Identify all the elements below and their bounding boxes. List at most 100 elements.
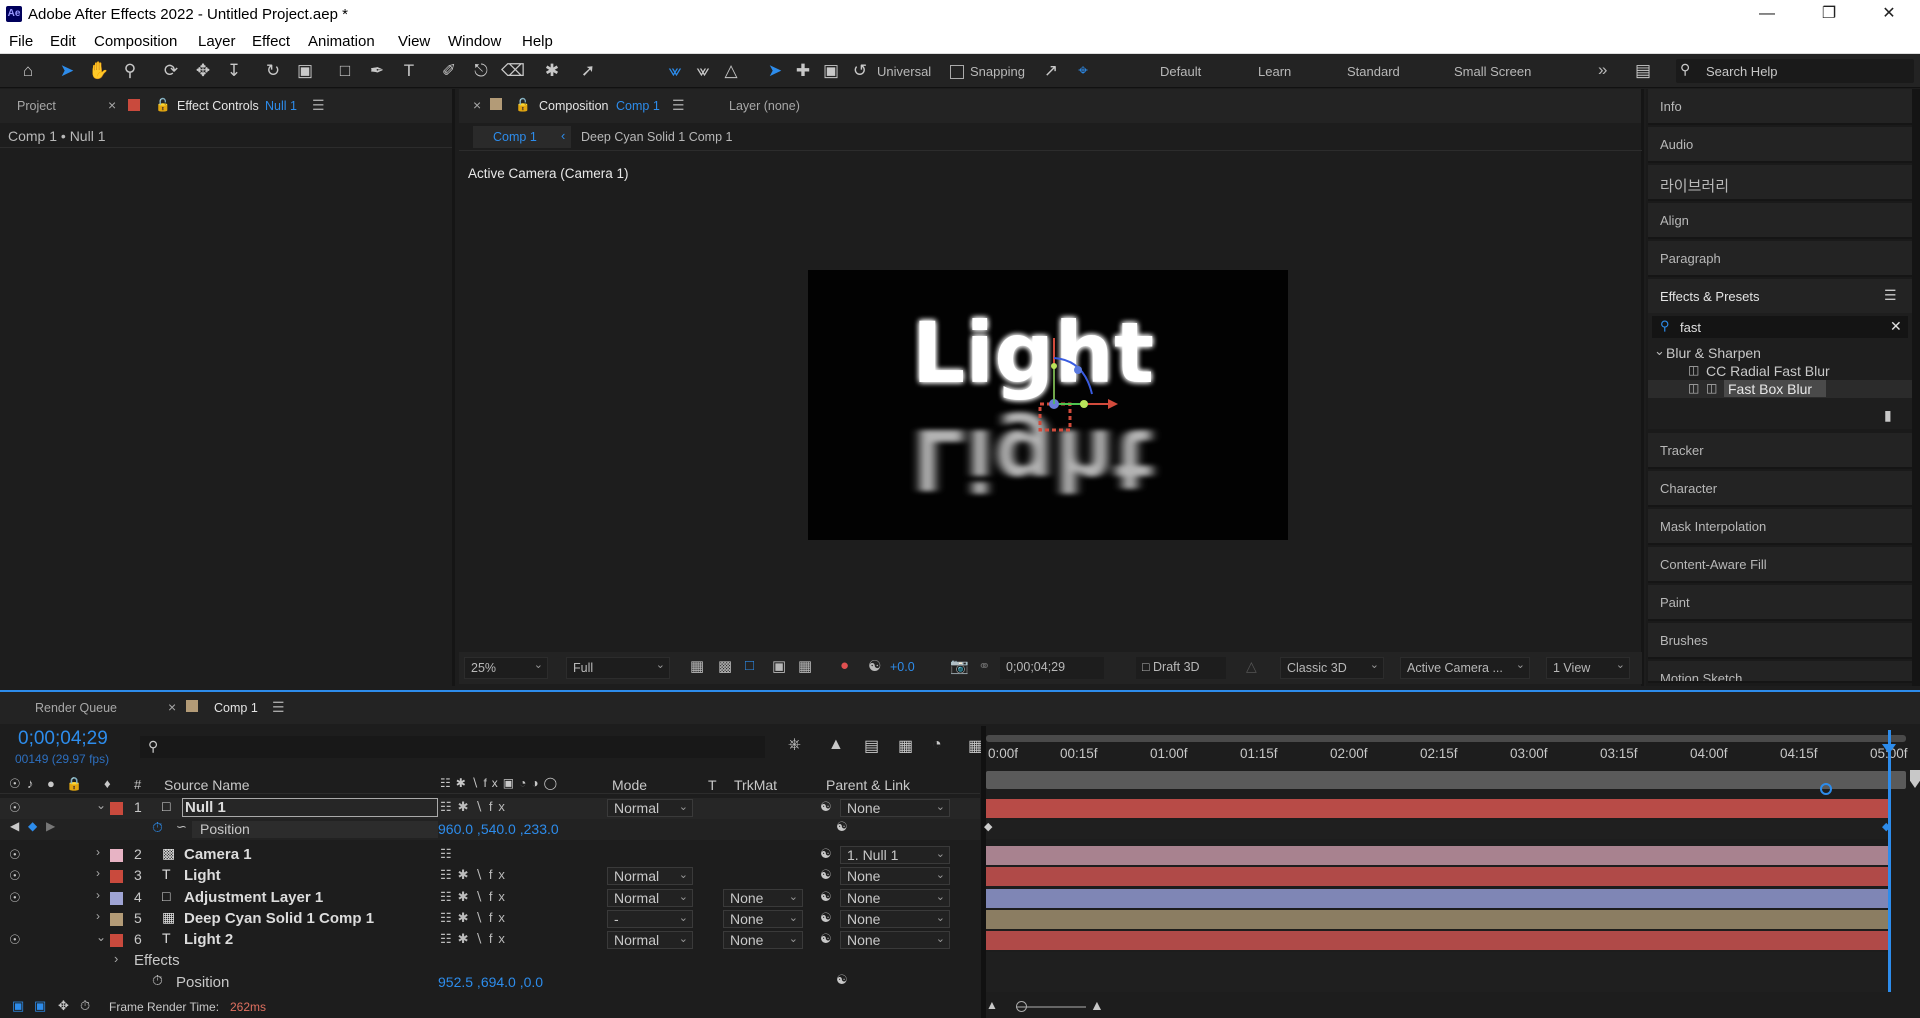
panel-menu-icon[interactable]: ☰ <box>1884 287 1897 304</box>
timeline-current-time[interactable]: 0;00;04;29 <box>18 728 108 750</box>
brush-tool-icon[interactable]: ✐ <box>438 60 460 82</box>
pick-whip-icon[interactable]: ☯ <box>820 799 832 815</box>
lock-icon[interactable]: 🔓 <box>155 98 171 113</box>
axis-mode-label[interactable]: Universal <box>877 64 931 79</box>
chevron-right-icon[interactable]: › <box>96 845 100 859</box>
chevron-right-icon[interactable]: › <box>96 888 100 902</box>
prev-keyframe-icon[interactable]: ◀ <box>10 819 19 833</box>
local-axis-icon[interactable]: ⩖ <box>664 60 686 82</box>
draft-3d-toggle[interactable]: □ Draft 3D <box>1136 657 1226 679</box>
new-folder-icon[interactable]: ▮ <box>1884 407 1892 424</box>
hand-tool-icon[interactable]: ✋ <box>88 60 110 82</box>
camera-view-dropdown[interactable]: Active Camera ... ⌄ <box>1400 657 1530 679</box>
playhead-line[interactable] <box>1888 730 1891 992</box>
light2-position-property-row[interactable]: ⏱ Position 952.5 ,694.0 ,0.0 ☯ <box>0 972 980 993</box>
eye-icon[interactable]: ☉ <box>9 776 21 792</box>
work-area-bar[interactable] <box>986 735 1906 742</box>
null-position-property-row[interactable]: ◀ ◆ ▶ ⏱ ∽ Position 960.0 ,540.0 ,233.0 ☯ <box>0 819 980 840</box>
safe-margins-icon[interactable]: ▦ <box>798 657 812 675</box>
align-panel-header[interactable]: Align <box>1648 203 1912 239</box>
column-source-name[interactable]: Source Name <box>164 777 250 793</box>
minimize-button[interactable]: — <box>1738 0 1796 30</box>
motion-blur-icon[interactable]: ◔ <box>932 736 942 754</box>
tab-layer-viewer[interactable]: Layer (none) <box>729 99 800 113</box>
column-mode[interactable]: Mode <box>612 777 647 793</box>
menu-window[interactable]: Window <box>448 33 501 50</box>
zoom-in-icon[interactable]: ▲ <box>1090 997 1104 1013</box>
tracker-panel-header[interactable]: Tracker <box>1648 433 1912 469</box>
parent-dropdown[interactable]: None ⌄ <box>840 867 950 885</box>
keyframe-diamond-start[interactable]: ◆ <box>984 820 992 833</box>
timeline-layer-row[interactable]: ☉ ⌄ 1 □ Null 1 ☷✱∖fx Normal ⌄ ☯ None ⌄ <box>0 798 980 819</box>
snap-options-icon[interactable]: ↗ <box>1040 60 1062 82</box>
blend-mode-dropdown[interactable]: Normal ⌄ <box>607 889 693 907</box>
blend-mode-dropdown[interactable]: - ⌄ <box>607 910 693 928</box>
close-icon[interactable]: × <box>168 699 176 715</box>
zoom-tool-icon[interactable]: ⚲ <box>119 60 141 82</box>
workspace-small-screen[interactable]: Small Screen <box>1454 64 1531 79</box>
frame-blending-icon[interactable]: ▦ <box>898 736 913 756</box>
layer-name[interactable]: Adjustment Layer 1 <box>184 889 323 906</box>
mask-visibility-icon[interactable]: □ <box>745 657 754 674</box>
rotate-tool-icon[interactable]: ↻ <box>262 60 284 82</box>
grid-guide-icon[interactable]: ▣ <box>772 657 786 675</box>
layer-name[interactable]: Light 2 <box>184 931 233 948</box>
rotate-3d-icon[interactable]: ↺ <box>849 60 871 82</box>
chevron-down-icon[interactable]: ⌄ <box>96 798 106 812</box>
mask-interpolation-panel-header[interactable]: Mask Interpolation <box>1648 509 1912 545</box>
close-icon[interactable]: × <box>108 97 116 113</box>
layer-switches[interactable]: ☷✱∖fx <box>440 889 511 905</box>
draft-3d-icon[interactable]: ▲ <box>828 736 844 754</box>
composition-canvas[interactable]: Light Light <box>808 270 1288 540</box>
extended-viewer-icon[interactable]: △ <box>1246 658 1257 675</box>
category-blur-sharpen[interactable]: Blur & Sharpen <box>1666 345 1761 361</box>
eye-icon[interactable]: ☉ <box>9 932 21 948</box>
panel-menu-icon[interactable]: ☰ <box>272 699 285 716</box>
tab-project[interactable]: Project <box>17 99 56 113</box>
eraser-tool-icon[interactable]: ⌫ <box>501 60 525 82</box>
audio-panel-header[interactable]: Audio <box>1648 127 1912 163</box>
workspace-standard[interactable]: Standard <box>1347 64 1400 79</box>
parent-dropdown[interactable]: 1. Null 1 ⌄ <box>840 846 950 864</box>
track-matte-dropdown[interactable]: None ⌄ <box>723 910 803 928</box>
type-tool-icon[interactable]: T <box>398 60 420 82</box>
timeline-layer-row[interactable]: ☉ › 3 T Light ☷✱∖fx Normal ⌄ ☯ None ⌄ <box>0 866 980 887</box>
layer-switches[interactable]: ☷✱∖fx <box>440 931 511 947</box>
label-color-swatch[interactable] <box>110 870 123 883</box>
layer-name[interactable]: Null 1 <box>182 798 438 817</box>
chevron-right-icon[interactable]: › <box>114 951 118 966</box>
render-time-icon[interactable]: ⏱ <box>80 998 90 1014</box>
resolution-dropdown[interactable]: Full ⌄ <box>566 657 670 679</box>
lock-icon[interactable]: 🔓 <box>515 98 531 113</box>
layer-switches-icon[interactable]: ▣ <box>12 998 24 1014</box>
chevron-down-icon[interactable]: ⌄ <box>1654 343 1665 359</box>
paragraph-panel-header[interactable]: Paragraph <box>1648 241 1912 277</box>
menu-help[interactable]: Help <box>522 33 553 50</box>
audio-icon[interactable]: ♪ <box>27 776 34 791</box>
exposure-value[interactable]: +0.0 <box>890 660 915 674</box>
label-color-swatch[interactable] <box>110 849 123 862</box>
tab-render-queue[interactable]: Render Queue <box>35 701 117 715</box>
restore-button[interactable]: ❐ <box>1800 0 1858 30</box>
transparency-grid-icon[interactable]: ▩ <box>718 657 732 675</box>
track-matte-dropdown[interactable]: None ⌄ <box>723 889 803 907</box>
effects-presets-title[interactable]: Effects & Presets <box>1660 289 1759 304</box>
puppet-pin-tool-icon[interactable]: ➚ <box>577 60 599 82</box>
close-icon[interactable]: × <box>473 97 481 113</box>
reset-exposure-icon[interactable]: ☯ <box>868 657 881 675</box>
brushes-panel-header[interactable]: Brushes <box>1648 623 1912 659</box>
clone-stamp-tool-icon[interactable]: ⎋ <box>470 60 492 82</box>
layer-switches[interactable]: ☷ <box>440 846 458 862</box>
parent-dropdown[interactable]: None ⌄ <box>840 799 950 817</box>
layer-name[interactable]: Camera 1 <box>184 846 252 863</box>
world-axis-icon[interactable]: ⩖ <box>692 60 714 82</box>
viewer-timecode[interactable]: 0;00;04;29 <box>1000 657 1104 679</box>
parent-dropdown[interactable]: None ⌄ <box>840 931 950 949</box>
zoom-slider-knob[interactable] <box>1820 783 1832 795</box>
shy-layers-icon[interactable]: ▤ <box>864 736 879 756</box>
graph-icon[interactable]: ∽ <box>176 819 187 835</box>
content-aware-fill-panel-header[interactable]: Content-Aware Fill <box>1648 547 1912 583</box>
stopwatch-icon[interactable]: ⏱ <box>152 972 163 989</box>
label-color-swatch[interactable] <box>110 802 123 815</box>
menu-composition[interactable]: Composition <box>94 33 177 50</box>
